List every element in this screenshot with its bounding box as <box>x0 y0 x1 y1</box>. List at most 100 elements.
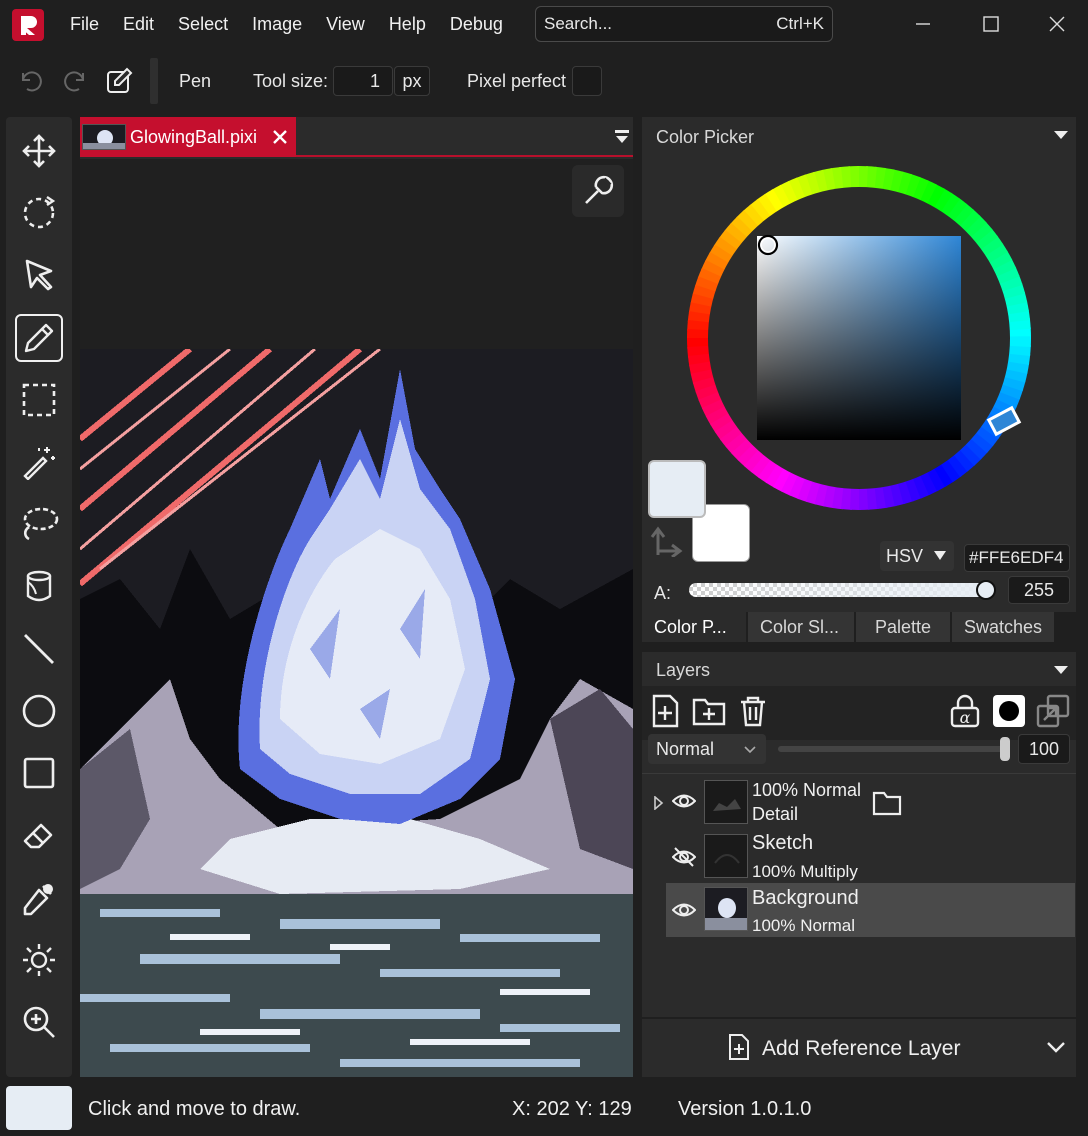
color-wheel[interactable] <box>676 155 1042 521</box>
close-icon <box>1049 16 1065 32</box>
bucket-icon <box>26 570 52 602</box>
undo-button[interactable] <box>16 66 46 96</box>
eraser-icon <box>23 823 53 849</box>
layer-thumbnail <box>704 834 748 878</box>
undo-icon <box>22 71 42 92</box>
tab-swatches[interactable]: Swatches <box>952 612 1054 642</box>
layers-divider <box>642 773 1076 774</box>
close-tab-icon[interactable] <box>269 126 291 148</box>
brightness-tool[interactable] <box>15 936 63 984</box>
menu-edit[interactable]: Edit <box>111 14 166 35</box>
tool-name: Pen <box>179 71 212 91</box>
line-tool[interactable] <box>15 625 63 673</box>
tool-size-input[interactable]: 1 <box>333 66 393 96</box>
lasso-tool[interactable] <box>15 500 63 548</box>
layer-row-detail[interactable]: 100% Normal Detail <box>654 776 1075 830</box>
swap-colors-icon[interactable] <box>650 521 686 557</box>
layer-mask-icon[interactable] <box>992 694 1026 728</box>
document-area: GlowingBall.pixi <box>80 117 633 1077</box>
line-icon <box>24 634 54 664</box>
edit-button[interactable] <box>104 66 134 96</box>
main-menu: File Edit Select Image View Help Debug <box>58 0 515 48</box>
title-bar: File Edit Select Image View Help Debug S… <box>0 0 1088 48</box>
rectangle-icon <box>23 757 55 789</box>
chevron-down-icon[interactable] <box>1046 1041 1066 1053</box>
artwork-image <box>80 349 633 1077</box>
layers-title: Layers <box>656 660 711 680</box>
ellipse-tool[interactable] <box>15 687 63 735</box>
lock-alpha-icon[interactable]: α <box>948 694 982 728</box>
opacity-slider-handle[interactable] <box>1000 737 1010 761</box>
redo-button[interactable] <box>60 66 90 96</box>
color-picker-panel: Color Picker HSV #FFE6EDF4 A: 255 <box>642 117 1076 612</box>
menu-help[interactable]: Help <box>377 14 438 35</box>
color-picker-title: Color Picker <box>656 127 755 147</box>
eraser-tool[interactable] <box>15 811 63 859</box>
menu-view[interactable]: View <box>314 14 377 35</box>
alpha-slider[interactable] <box>689 583 995 597</box>
menu-select[interactable]: Select <box>166 14 240 35</box>
expand-arrow-icon[interactable] <box>654 796 664 810</box>
menu-file[interactable]: File <box>58 14 111 35</box>
pixel-perfect-checkbox[interactable] <box>572 66 602 96</box>
pen-tool[interactable] <box>15 314 63 362</box>
layer-thumbnail <box>704 780 748 824</box>
reference-layer-panel[interactable]: Add Reference Layer <box>642 1019 1076 1077</box>
canvas-settings-button[interactable] <box>572 165 624 217</box>
document-tab[interactable]: GlowingBall.pixi <box>80 117 296 157</box>
tool-panel <box>6 117 72 1077</box>
menu-debug[interactable]: Debug <box>438 14 515 35</box>
add-reference-layer-label: Add Reference Layer <box>762 1037 961 1060</box>
collapse-color-picker-icon[interactable] <box>1052 129 1070 141</box>
visibility-eye-icon[interactable] <box>672 901 696 919</box>
layer-row-sketch[interactable]: Sketch 100% Multiply <box>666 830 1075 884</box>
alpha-label: A: <box>654 583 672 603</box>
alpha-input[interactable]: 255 <box>1008 576 1070 604</box>
color-mode-value: HSV <box>886 545 924 566</box>
layer-row-background[interactable]: Background 100% Normal <box>666 883 1075 937</box>
lasso-icon <box>23 507 59 541</box>
maximize-button[interactable] <box>968 8 1014 40</box>
delete-layer-icon[interactable] <box>738 695 768 727</box>
layer-info: 100% Multiply <box>752 862 858 881</box>
wrench-icon <box>585 175 614 204</box>
magic-wand-tool[interactable] <box>15 438 63 486</box>
rotate-tool[interactable] <box>15 189 63 237</box>
tab-palette[interactable]: Palette <box>856 612 950 642</box>
tab-color-picker[interactable]: Color P... <box>642 612 746 642</box>
visibility-hidden-icon[interactable] <box>672 846 696 868</box>
layer-info: 100% Normal <box>752 916 855 935</box>
new-layer-icon[interactable] <box>650 694 680 728</box>
menu-image[interactable]: Image <box>240 14 314 35</box>
search-shortcut: Ctrl+K <box>776 14 824 33</box>
new-folder-icon[interactable] <box>692 696 726 726</box>
color-picker-tool[interactable] <box>15 874 63 922</box>
minimize-button[interactable] <box>900 8 946 40</box>
rectangle-tool[interactable] <box>15 749 63 797</box>
move-tool[interactable] <box>15 127 63 175</box>
minimize-icon <box>916 23 930 25</box>
tool-size-label: Tool size: <box>253 71 329 91</box>
zoom-tool[interactable] <box>15 998 63 1046</box>
hex-input[interactable]: #FFE6EDF4 <box>964 544 1070 572</box>
collapse-layers-icon[interactable] <box>1052 664 1070 676</box>
tab-color-sliders[interactable]: Color Sl... <box>748 612 854 642</box>
opacity-slider[interactable] <box>778 746 1006 752</box>
alpha-slider-handle[interactable] <box>976 580 996 600</box>
primary-color-swatch[interactable] <box>648 460 706 518</box>
pixel-art-canvas[interactable] <box>80 349 633 1077</box>
opacity-input[interactable]: 100 <box>1018 734 1070 764</box>
color-mode-dropdown[interactable]: HSV <box>880 541 954 571</box>
search-box[interactable]: Search... Ctrl+K <box>535 6 833 42</box>
select-tool[interactable] <box>15 251 63 299</box>
visibility-eye-icon[interactable] <box>672 792 696 810</box>
document-menu-icon[interactable] <box>614 129 630 145</box>
close-window-button[interactable] <box>1034 8 1080 40</box>
pen-icon <box>24 323 54 353</box>
blend-mode-dropdown[interactable]: Normal <box>648 734 766 764</box>
pixel-perfect-label: Pixel perfect <box>467 71 567 91</box>
rectangle-select-tool[interactable] <box>15 376 63 424</box>
layer-info: Detail <box>752 804 799 824</box>
fill-bucket-tool[interactable] <box>15 562 63 610</box>
merge-layer-icon[interactable] <box>1036 694 1070 728</box>
